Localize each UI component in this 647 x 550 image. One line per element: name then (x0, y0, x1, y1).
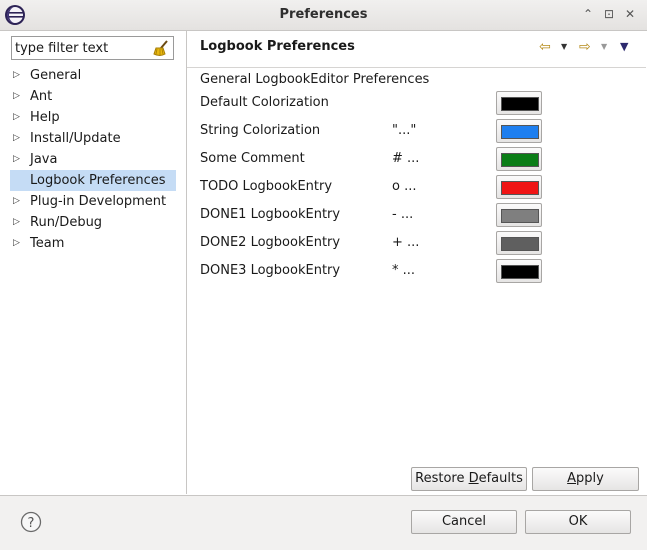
tree-item-label: Team (30, 236, 65, 251)
expand-arrow-icon[interactable]: ▷ (13, 191, 21, 212)
tree-item[interactable]: ▷ Run/Debug (1, 212, 186, 233)
expand-arrow-icon[interactable]: ▷ (13, 233, 21, 254)
filter-field[interactable] (11, 36, 174, 60)
setting-sample: + ... (392, 235, 420, 250)
setting-sample: o ... (392, 179, 417, 194)
tree-item-label: Plug-in Development (30, 194, 167, 209)
color-picker-button[interactable] (496, 231, 542, 255)
forward-icon[interactable]: ⇨ (579, 39, 591, 55)
color-picker-button[interactable] (496, 119, 542, 143)
tree-item[interactable]: ▷ General (1, 65, 186, 86)
tree-item-label: Ant (30, 89, 53, 104)
expand-arrow-icon[interactable]: ▷ (13, 86, 21, 107)
expand-arrow-icon[interactable]: ▷ (13, 65, 21, 86)
tree-item[interactable]: Logbook Preferences (1, 170, 186, 191)
tree-item[interactable]: ▷ Ant (1, 86, 186, 107)
setting-sample: "..." (392, 123, 417, 138)
color-swatch (501, 237, 539, 251)
apply-button[interactable]: Apply (532, 467, 639, 491)
color-swatch (501, 97, 539, 111)
tree-item[interactable]: ▷ Java (1, 149, 186, 170)
color-picker-button[interactable] (496, 91, 542, 115)
color-swatch (501, 125, 539, 139)
color-setting-row: DONE3 LogbookEntry * ... (187, 259, 646, 283)
setting-sample: * ... (392, 263, 416, 278)
tree-item-label: Logbook Preferences (30, 173, 166, 188)
expand-arrow-icon[interactable]: ▷ (13, 107, 21, 128)
svg-text:?: ? (28, 516, 35, 531)
forward-dropdown-icon[interactable]: ▼ (601, 39, 607, 55)
maximize-icon[interactable]: ⌃ (580, 6, 596, 22)
color-setting-row: DONE1 LogbookEntry - ... (187, 203, 646, 227)
color-swatch (501, 265, 539, 279)
restore-icon[interactable]: ⊡ (601, 6, 617, 22)
setting-label: DONE2 LogbookEntry (200, 235, 341, 250)
expand-arrow-icon[interactable]: ▷ (13, 212, 21, 233)
preference-tree-pane: ▷ General ▷ Ant ▷ Help ▷ Install/Update ▷ Java Log… (1, 31, 187, 494)
tree-item[interactable]: ▷ Plug-in Development (1, 191, 186, 212)
color-setting-row: String Colorization "..." (187, 119, 646, 143)
color-swatch (501, 153, 539, 167)
setting-label: DONE1 LogbookEntry (200, 207, 341, 222)
back-dropdown-icon[interactable]: ▼ (561, 39, 567, 55)
tree-item-label: Install/Update (30, 131, 121, 146)
window-title: Preferences (279, 7, 368, 22)
tree-item-label: Java (30, 152, 58, 167)
filter-input[interactable] (15, 39, 150, 57)
color-setting-row: Some Comment # ... (187, 147, 646, 171)
clear-filter-icon[interactable] (152, 39, 170, 57)
restore-defaults-button[interactable]: Restore Defaults (411, 467, 527, 491)
tree-item[interactable]: ▷ Help (1, 107, 186, 128)
setting-label: DONE3 LogbookEntry (200, 263, 341, 278)
color-setting-row: DONE2 LogbookEntry + ... (187, 231, 646, 255)
title-separator (187, 67, 646, 68)
tree-item[interactable]: ▷ Install/Update (1, 128, 186, 149)
color-picker-button[interactable] (496, 203, 542, 227)
tree-item-label: General (30, 68, 82, 83)
tree-item[interactable]: ▷ Team (1, 233, 186, 254)
expand-arrow-icon[interactable]: ▷ (13, 149, 21, 170)
color-setting-row: TODO LogbookEntry o ... (187, 175, 646, 199)
color-swatch (501, 209, 539, 223)
color-picker-button[interactable] (496, 259, 542, 283)
close-icon[interactable]: ✕ (622, 6, 638, 22)
setting-label: String Colorization (200, 123, 321, 138)
setting-sample: - ... (392, 207, 414, 222)
tree-item-label: Help (30, 110, 60, 125)
help-icon[interactable]: ? (20, 511, 42, 533)
setting-label: TODO LogbookEntry (200, 179, 333, 194)
cancel-button[interactable]: Cancel (411, 510, 517, 534)
tree-item-label: Run/Debug (30, 215, 103, 230)
color-picker-button[interactable] (496, 175, 542, 199)
preference-tree: ▷ General ▷ Ant ▷ Help ▷ Install/Update ▷ Java Log… (1, 65, 186, 254)
color-swatch (501, 181, 539, 195)
setting-label: Default Colorization (200, 95, 329, 110)
preference-page: Logbook Preferences ⇦ ▼ ⇨ ▼ ▼ General Lo… (187, 31, 646, 494)
ok-button[interactable]: OK (525, 510, 631, 534)
back-icon[interactable]: ⇦ (539, 39, 551, 55)
title-bar: Preferences ⌃ ⊡ ✕ (0, 0, 647, 31)
expand-arrow-icon[interactable]: ▷ (13, 128, 21, 149)
color-picker-button[interactable] (496, 147, 542, 171)
setting-label: Some Comment (200, 151, 305, 166)
color-setting-row: Default Colorization (187, 91, 646, 115)
page-title: Logbook Preferences (200, 39, 355, 54)
setting-sample: # ... (392, 151, 420, 166)
dialog-footer: ? Cancel OK (0, 495, 647, 550)
view-menu-icon[interactable]: ▼ (620, 39, 628, 55)
page-subtitle: General LogbookEditor Preferences (200, 72, 430, 87)
